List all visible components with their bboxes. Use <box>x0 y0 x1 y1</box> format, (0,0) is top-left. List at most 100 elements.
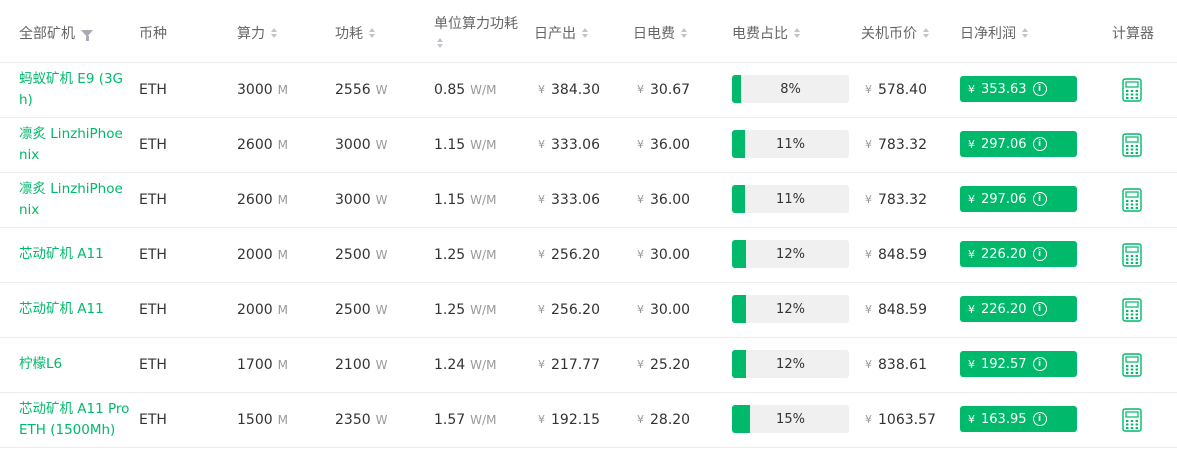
currency-symbol: ¥ <box>637 248 644 261</box>
calculator-icon[interactable] <box>1122 78 1142 102</box>
sort-shutdown-price[interactable]: 关机币价 <box>861 23 929 43</box>
sort-icon[interactable] <box>681 28 687 38</box>
daily-output-value: 256.20 <box>551 246 600 263</box>
currency-symbol: ¥ <box>968 247 975 261</box>
coin-cell: ETH <box>139 62 167 117</box>
header-calculator-cell: 计算器 <box>1112 23 1154 43</box>
hashrate-cell: 2600 M <box>237 117 288 172</box>
sort-daily-electricity[interactable]: 日电费 <box>633 23 687 43</box>
sort-unit-efficiency[interactable]: 单位算力功耗 <box>434 13 518 48</box>
calculator-icon[interactable] <box>1122 188 1142 212</box>
power-value: 2100 <box>335 356 371 373</box>
miner-name[interactable]: 蚂蚁矿机 E9 (3Gh) <box>19 69 131 111</box>
header-electricity-ratio: 电费占比 <box>732 26 788 42</box>
electricity-ratio-bar: 8% <box>732 75 849 103</box>
hashrate-unit: M <box>277 82 288 97</box>
table-row: 凛炙 LinzhiPhoenix ETH 2600 M 3000 W 1.15 W/M… <box>0 117 1177 173</box>
calculator-icon[interactable] <box>1122 133 1142 157</box>
efficiency-cell: 1.25 W/M <box>434 282 496 337</box>
sort-icon[interactable] <box>1022 28 1028 38</box>
filter-all-miners[interactable]: 全部矿机 <box>19 23 93 43</box>
miner-name[interactable]: 芯动矿机 A11 Pro ETH (1500Mh) <box>19 399 131 441</box>
sort-icon[interactable] <box>271 28 277 38</box>
miner-name[interactable]: 凛炙 LinzhiPhoenix <box>19 179 131 221</box>
efficiency-unit: W/M <box>470 412 497 427</box>
info-icon[interactable]: i <box>1032 357 1047 371</box>
miner-name-link[interactable]: 柠檬L6 <box>19 337 131 392</box>
shutdown-price-cell: ¥1063.57 <box>865 392 936 447</box>
hashrate-value: 2000 <box>237 301 273 318</box>
miner-name-link[interactable]: 凛炙 LinzhiPhoenix <box>19 117 131 172</box>
shutdown-price-cell: ¥838.61 <box>865 337 927 392</box>
sort-icon[interactable] <box>369 28 375 38</box>
sort-daily-output[interactable]: 日产出 <box>534 23 588 43</box>
calculator-icon[interactable] <box>1122 353 1142 377</box>
table-row: 芯动矿机 A11 ETH 2000 M 2500 W 1.25 W/M ¥256.20… <box>0 282 1177 338</box>
currency-symbol: ¥ <box>968 137 975 151</box>
efficiency-unit: W/M <box>470 137 497 152</box>
daily-electricity-value: 30.00 <box>650 246 691 263</box>
info-icon[interactable]: i <box>1032 412 1047 426</box>
sort-icon[interactable] <box>794 28 800 38</box>
sort-electricity-ratio[interactable]: 电费占比 <box>732 23 800 43</box>
sort-power[interactable]: 功耗 <box>335 23 375 43</box>
net-profit-value: 163.95 <box>981 411 1027 427</box>
miner-name-link[interactable]: 芯动矿机 A11 <box>19 227 131 282</box>
calculator-icon[interactable] <box>1122 298 1142 322</box>
header-shutdown-price: 关机币价 <box>861 26 917 42</box>
table-header: 全部矿机 币种 算力 功耗 单位算力功耗 日产出 日电费 电费占比 关机币价 日… <box>0 0 1177 63</box>
info-icon[interactable]: i <box>1032 302 1047 316</box>
info-icon[interactable]: i <box>1032 137 1047 151</box>
net-profit-value: 192.57 <box>981 356 1027 372</box>
currency-symbol: ¥ <box>637 413 644 426</box>
info-icon[interactable]: i <box>1032 82 1047 96</box>
daily-electricity-value: 28.20 <box>650 411 691 428</box>
electricity-ratio-label: 11% <box>776 191 805 207</box>
coin-value: ETH <box>139 136 167 153</box>
efficiency-cell: 1.15 W/M <box>434 117 496 172</box>
electricity-ratio-bar: 11% <box>732 130 849 158</box>
miner-name[interactable]: 芯动矿机 A11 <box>19 244 104 265</box>
net-profit-badge: ¥226.20 i <box>960 296 1077 322</box>
shutdown-price-cell: ¥848.59 <box>865 227 927 282</box>
net-profit-value: 297.06 <box>981 136 1027 152</box>
miner-name[interactable]: 芯动矿机 A11 <box>19 299 104 320</box>
calculator-icon[interactable] <box>1122 408 1142 432</box>
shutdown-price-cell: ¥783.32 <box>865 117 927 172</box>
miner-name[interactable]: 柠檬L6 <box>19 354 62 375</box>
power-cell: 2556 W <box>335 62 388 117</box>
calculator-icon[interactable] <box>1122 243 1142 267</box>
daily-electricity-cell: ¥30.00 <box>637 282 690 337</box>
sort-daily-net-profit[interactable]: 日净利润 <box>960 23 1028 43</box>
info-icon[interactable]: i <box>1032 247 1047 261</box>
hashrate-unit: M <box>277 192 288 207</box>
net-profit-badge: ¥297.06 i <box>960 186 1077 212</box>
hashrate-cell: 1700 M <box>237 337 288 392</box>
currency-symbol: ¥ <box>637 83 644 96</box>
shutdown-price-value: 783.32 <box>878 191 927 208</box>
shutdown-price-cell: ¥783.32 <box>865 172 927 227</box>
miner-name-link[interactable]: 蚂蚁矿机 E9 (3Gh) <box>19 62 131 117</box>
efficiency-value: 1.25 <box>434 246 466 263</box>
miner-name-link[interactable]: 芯动矿机 A11 <box>19 282 131 337</box>
sort-icon[interactable] <box>437 38 443 48</box>
hashrate-cell: 3000 M <box>237 62 288 117</box>
info-icon[interactable]: i <box>1032 192 1047 206</box>
currency-symbol: ¥ <box>968 302 975 316</box>
header-all-miners: 全部矿机 <box>19 26 75 42</box>
sort-icon[interactable] <box>923 28 929 38</box>
sort-icon[interactable] <box>582 28 588 38</box>
hashrate-cell: 2000 M <box>237 282 288 337</box>
power-value: 2556 <box>335 81 371 98</box>
miner-name-link[interactable]: 凛炙 LinzhiPhoenix <box>19 172 131 227</box>
efficiency-value: 1.15 <box>434 136 466 153</box>
daily-output-cell: ¥192.15 <box>538 392 600 447</box>
currency-symbol: ¥ <box>538 138 545 151</box>
hashrate-value: 2600 <box>237 191 273 208</box>
miner-name-link[interactable]: 芯动矿机 A11 Pro ETH (1500Mh) <box>19 392 131 447</box>
electricity-ratio-label: 12% <box>776 356 805 372</box>
sort-hashrate[interactable]: 算力 <box>237 23 277 43</box>
efficiency-value: 1.25 <box>434 301 466 318</box>
miner-name[interactable]: 凛炙 LinzhiPhoenix <box>19 124 131 166</box>
filter-icon[interactable] <box>81 29 93 41</box>
